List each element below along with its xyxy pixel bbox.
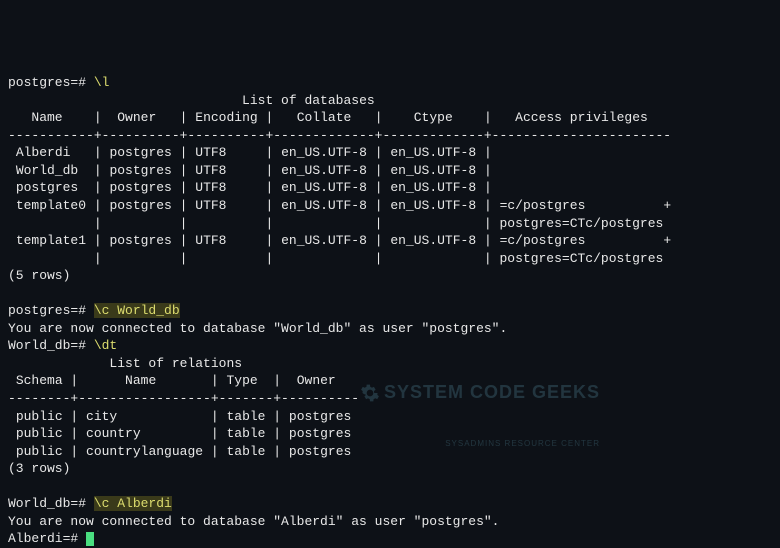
rel-row: public | city | table | postgres [8, 409, 351, 424]
db-row: template0 | postgres | UTF8 | en_US.UTF-… [8, 198, 671, 213]
rel-row: public | country | table | postgres [8, 426, 351, 441]
command-list-db: \l [94, 75, 110, 90]
db-row: Alberdi | postgres | UTF8 | en_US.UTF-8 … [8, 145, 492, 160]
psql-prompt-world: World_db=# [8, 496, 86, 511]
rel-title: List of relations [8, 356, 242, 371]
command-connect-world: \c World_db [94, 303, 180, 318]
psql-prompt: postgres=# [8, 303, 86, 318]
command-connect-alberdi: \c Alberdi [94, 496, 172, 511]
psql-prompt-world: World_db=# [8, 338, 86, 353]
db-separator: -----------+----------+----------+------… [8, 128, 671, 143]
rel-row: public | countrylanguage | table | postg… [8, 444, 351, 459]
command-list-tables: \dt [94, 338, 117, 353]
psql-prompt: postgres=# [8, 75, 86, 90]
connect-msg-alberdi: You are now connected to database "Alber… [8, 514, 499, 529]
db-count: (5 rows) [8, 268, 70, 283]
db-row: template1 | postgres | UTF8 | en_US.UTF-… [8, 233, 671, 248]
psql-prompt-alberdi: Alberdi=# [8, 531, 78, 546]
rel-count: (3 rows) [8, 461, 70, 476]
db-row: World_db | postgres | UTF8 | en_US.UTF-8… [8, 163, 492, 178]
rel-header-row: Schema | Name | Type | Owner [8, 373, 336, 388]
db-row-cont: | | | | | postgres=CTc/postgres [8, 216, 663, 231]
cursor[interactable] [86, 532, 94, 546]
watermark: SYSTEM CODE GEEKS SYSADMINS RESOURCE CEN… [360, 345, 600, 468]
connect-msg-world: You are now connected to database "World… [8, 321, 507, 336]
rel-separator: --------+-----------------+-------+-----… [8, 391, 359, 406]
db-header-row: Name | Owner | Encoding | Collate | Ctyp… [8, 110, 648, 125]
db-list-title: List of databases [8, 93, 375, 108]
gear-icon [360, 383, 380, 403]
db-row: postgres | postgres | UTF8 | en_US.UTF-8… [8, 180, 492, 195]
terminal-output[interactable]: postgres=# \l List of databases Name | O… [8, 75, 671, 546]
db-row-cont: | | | | | postgres=CTc/postgres [8, 251, 663, 266]
